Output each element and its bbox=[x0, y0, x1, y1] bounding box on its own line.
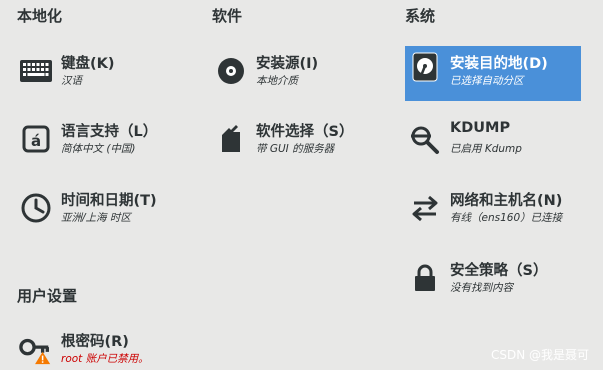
spoke-language-status: 简体中文 (中国) bbox=[61, 143, 136, 155]
spoke-installation-source[interactable]: 安装源(I) 本地介质 bbox=[214, 50, 394, 106]
network-arrows-icon bbox=[408, 191, 442, 225]
spoke-installation-destination-status: 已选择自动分区 bbox=[450, 75, 524, 87]
clock-icon bbox=[19, 191, 53, 225]
spoke-security-policy-label: 安全策略（S） bbox=[450, 263, 548, 279]
spoke-language[interactable]: á 语言支持（L） 简体中文 (中国) bbox=[19, 118, 199, 174]
spoke-datetime-label: 时间和日期(T) bbox=[61, 193, 157, 209]
disc-icon bbox=[214, 54, 248, 88]
language-icon: á bbox=[19, 122, 53, 156]
lock-icon bbox=[408, 261, 442, 295]
spoke-network-label: 网络和主机名(N) bbox=[450, 193, 563, 209]
spoke-software-selection-status: 带 GUI 的服务器 bbox=[256, 143, 335, 155]
harddisk-icon bbox=[408, 50, 442, 84]
section-title-localization: 本地化 bbox=[17, 7, 63, 25]
spoke-keyboard-status: 汉语 bbox=[61, 75, 82, 87]
section-title-system: 系统 bbox=[405, 7, 436, 25]
package-icon bbox=[214, 122, 248, 156]
spoke-language-label: 语言支持（L） bbox=[61, 124, 158, 140]
spoke-datetime[interactable]: 时间和日期(T) 亚洲/上海 时区 bbox=[19, 187, 199, 243]
spoke-security-policy[interactable]: 安全策略（S） 没有找到内容 bbox=[408, 257, 588, 313]
spoke-kdump-status: 已启用 Kdump bbox=[450, 143, 522, 155]
spoke-kdump-label: KDUMP bbox=[450, 120, 511, 136]
keyboard-icon bbox=[19, 54, 53, 88]
section-title-software: 软件 bbox=[212, 7, 243, 25]
spoke-installation-source-label: 安装源(I) bbox=[256, 56, 319, 72]
spoke-installation-source-status: 本地介质 bbox=[256, 75, 298, 87]
spoke-datetime-status: 亚洲/上海 时区 bbox=[61, 212, 131, 224]
spoke-keyboard[interactable]: 键盘(K) 汉语 bbox=[19, 50, 199, 106]
spoke-network-status: 有线（ens160）已连接 bbox=[450, 212, 563, 224]
spoke-software-selection[interactable]: 软件选择（S） 带 GUI 的服务器 bbox=[214, 118, 394, 174]
spoke-root-password[interactable]: 根密码(R) root 账户已禁用。 bbox=[19, 328, 199, 370]
spoke-network[interactable]: 网络和主机名(N) 有线（ens160）已连接 bbox=[408, 187, 598, 243]
section-title-user-settings: 用户设置 bbox=[17, 287, 78, 305]
spoke-root-password-label: 根密码(R) bbox=[61, 334, 129, 350]
spoke-software-selection-label: 软件选择（S） bbox=[256, 124, 354, 140]
installation-summary: 本地化 软件 系统 用户设置 键盘(K) 汉语 á 语言支持（L） 简体中文 (… bbox=[0, 0, 603, 370]
svg-text:á: á bbox=[31, 132, 41, 150]
spoke-kdump[interactable]: KDUMP 已启用 Kdump bbox=[408, 118, 588, 174]
spoke-security-policy-status: 没有找到内容 bbox=[450, 282, 513, 294]
spoke-root-password-status: root 账户已禁用。 bbox=[61, 353, 149, 365]
key-warning-icon bbox=[19, 332, 53, 366]
spoke-installation-destination[interactable]: 安装目的地(D) 已选择自动分区 bbox=[405, 46, 581, 101]
spoke-keyboard-label: 键盘(K) bbox=[61, 56, 115, 72]
magnifier-icon bbox=[408, 122, 442, 156]
watermark: CSDN @我是聂可 bbox=[490, 348, 589, 362]
spoke-installation-destination-label: 安装目的地(D) bbox=[450, 56, 548, 72]
